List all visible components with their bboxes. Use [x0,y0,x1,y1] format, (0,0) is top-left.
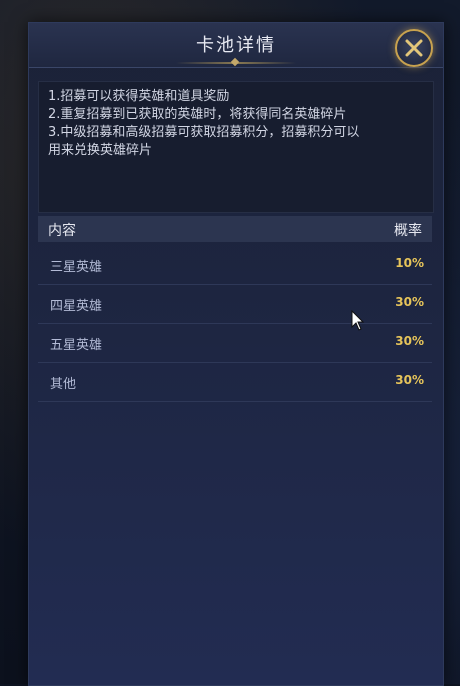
mouse-pointer-icon [351,310,365,331]
card-pool-dialog: 卡池详情 1.招募可以获得英雄和道具奖励 2.重复招募到已获取的英雄时，将获得同… [28,22,444,686]
row-item-probability: 30% [395,373,424,387]
description-line: 1.招募可以获得英雄和道具奖励 [48,89,230,104]
table-row: 五星英雄 30% [38,323,432,363]
table-row: 其他 30% [38,362,432,402]
description-line: 3.中级招募和高级招募可获取招募积分，招募积分可以 [48,125,360,140]
description-box: 1.招募可以获得英雄和道具奖励 2.重复招募到已获取的英雄时，将获得同名英雄碎片… [38,81,434,213]
row-item-name: 四星英雄 [50,299,103,314]
row-item-name: 三星英雄 [50,260,103,275]
table-row: 四星英雄 30% [38,284,432,324]
column-header-probability: 概率 [394,223,422,239]
description-line: 2.重复招募到已获取的英雄时，将获得同名英雄碎片 [48,107,347,122]
probability-table-header: 内容 概率 [38,216,432,242]
dialog-title: 卡池详情 [196,35,276,56]
column-header-content: 内容 [48,223,76,239]
description-line: 用来兑换英雄碎片 [48,143,153,158]
close-button[interactable] [395,29,433,67]
dialog-header: 卡池详情 [29,23,443,68]
row-item-probability: 30% [395,295,424,309]
table-row: 三星英雄 10% [38,245,432,285]
row-item-name: 其他 [50,377,77,392]
row-item-probability: 10% [395,256,424,270]
row-item-name: 五星英雄 [50,338,103,353]
close-x-icon [405,39,423,57]
row-item-probability: 30% [395,334,424,348]
ornament-diamond [230,57,240,67]
title-ornament [176,57,296,67]
